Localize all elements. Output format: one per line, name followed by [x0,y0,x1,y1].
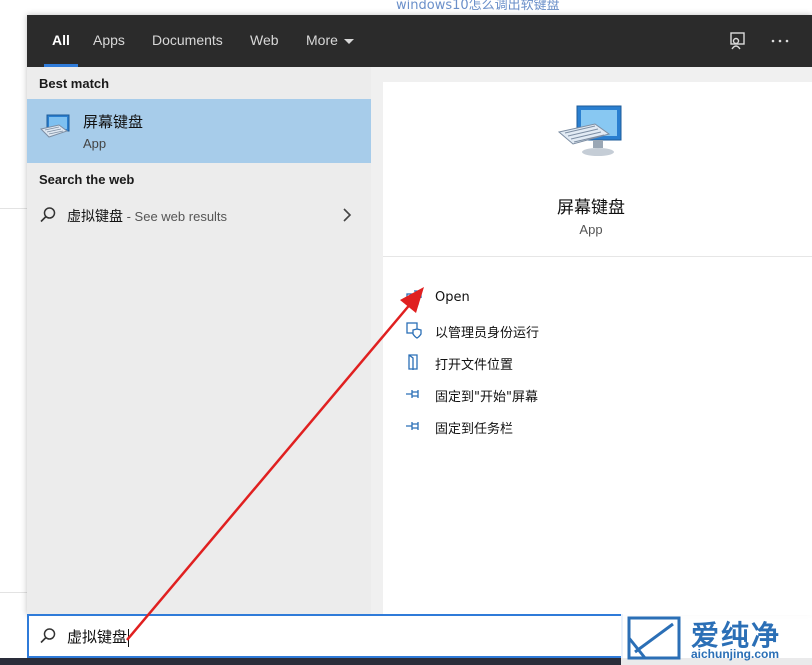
search-web-heading: Search the web [39,172,135,187]
action-label: 以管理员身份运行 [435,326,540,341]
on-screen-keyboard-icon [39,113,71,146]
run-as-admin-action[interactable]: 以管理员身份运行 [403,317,783,345]
best-match-heading: Best match [39,76,110,91]
search-icon [39,627,57,650]
run-as-admin-icon [405,321,423,344]
app-title: 屏幕键盘 [557,198,625,218]
divider [0,592,27,593]
divider [383,256,812,257]
watermark: 爱纯净 aichunjing.com [621,610,812,665]
watermark-url: aichunjing.com [691,647,780,661]
best-match-subtitle: App [83,136,107,151]
app-subtitle: App [579,222,603,237]
search-input[interactable]: 虚拟键盘 [27,614,623,658]
action-label: 固定到"开始"屏幕 [435,390,538,405]
divider [0,208,27,209]
results-pane: Best match 屏幕键盘 App Search the web 虚拟键盘 … [27,67,371,615]
web-result-label: 虚拟键盘 - See web results [67,206,227,226]
best-match-item[interactable]: 屏幕键盘 App [27,99,371,163]
search-panel: All Apps Documents Web More Best match 屏… [27,15,812,615]
tab-apps[interactable]: Apps [93,15,125,67]
pin-to-start-action[interactable]: 固定到"开始"屏幕 [403,381,783,409]
on-screen-keyboard-icon [557,104,627,169]
web-search-result[interactable]: 虚拟键盘 - See web results [27,200,371,230]
action-label: 固定到任务栏 [435,422,514,437]
search-query-text: 虚拟键盘 [67,628,128,646]
background-link[interactable]: windows10怎么调出软键盘 [396,0,560,13]
more-options-icon[interactable] [769,30,791,52]
open-file-location-action[interactable]: 打开文件位置 [403,349,783,377]
action-label: 打开文件位置 [435,358,514,373]
tab-documents[interactable]: Documents [152,15,223,67]
best-match-title: 屏幕键盘 [83,113,144,131]
feedback-icon[interactable] [727,30,749,52]
pin-to-taskbar-action[interactable]: 固定到任务栏 [403,413,783,441]
search-icon [39,206,57,229]
tab-more[interactable]: More [306,15,354,67]
chevron-down-icon [343,38,354,44]
web-result-suffix: - See web results [123,209,228,224]
tab-web[interactable]: Web [250,15,279,67]
file-location-icon [405,353,423,376]
text-cursor [128,628,130,647]
chevron-right-icon[interactable] [342,208,352,227]
pin-icon [405,417,423,440]
tab-more-label: More [306,32,338,48]
pin-icon [405,385,423,408]
web-result-query: 虚拟键盘 [67,209,123,225]
action-label: Open [435,290,470,305]
watermark-logo-icon [627,616,681,660]
open-icon [405,289,423,312]
tab-all[interactable]: All [44,15,78,67]
preview-pane: 屏幕键盘 App Open 以管理员身份运行 打开文件位置 固定到"开始"屏幕 … [383,82,812,615]
search-tabbar: All Apps Documents Web More [27,15,812,67]
search-input-value: 虚拟键盘 [67,626,130,647]
open-action[interactable]: Open [403,285,783,313]
